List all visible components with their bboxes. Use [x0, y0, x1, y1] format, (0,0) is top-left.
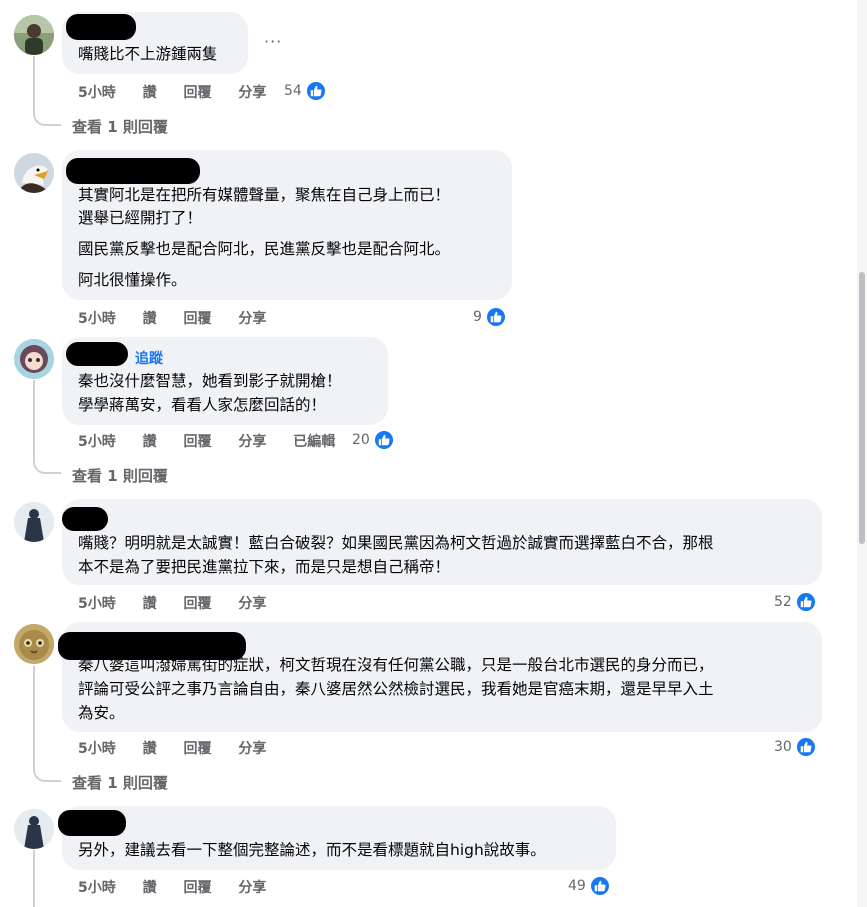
reply-button[interactable]: 回覆	[184, 741, 212, 757]
thumbs-up-icon	[484, 306, 507, 328]
comment-actions: 5小時 讚 回覆 分享	[78, 738, 288, 758]
comment-actions: 5小時 讚 回覆 分享 已編輯	[78, 431, 357, 451]
comment-text: 秦也沒什麼智慧，她看到影子就開槍！	[78, 372, 342, 390]
reaction-count[interactable]: 49	[568, 875, 611, 897]
like-count: 52	[774, 594, 792, 610]
avatar[interactable]	[14, 624, 54, 664]
comment-time[interactable]: 5小時	[78, 741, 116, 757]
comment-actions: 5小時 讚 回覆 分享	[78, 82, 288, 102]
share-button[interactable]: 分享	[238, 880, 266, 896]
comment-text: 嘴賤比不上游鍾兩隻	[78, 45, 218, 63]
like-count: 49	[568, 878, 586, 894]
thread-line	[33, 666, 35, 768]
comment-time[interactable]: 5小時	[78, 434, 116, 450]
like-button[interactable]: 讚	[143, 596, 157, 612]
reply-button[interactable]: 回覆	[184, 880, 212, 896]
share-button[interactable]: 分享	[238, 311, 266, 327]
reaction-count[interactable]: 9	[473, 306, 507, 328]
comment-text: 評論可受公評之事乃言論自由，秦八婆居然公然檢討選民，我看她是官癌末期，還是早早入…	[78, 680, 714, 698]
thread-connector	[33, 768, 61, 782]
thumbs-up-icon	[372, 429, 395, 451]
share-button[interactable]: 分享	[238, 85, 266, 101]
reply-button[interactable]: 回覆	[184, 311, 212, 327]
comment-time[interactable]: 5小時	[78, 85, 116, 101]
comment-time[interactable]: 5小時	[78, 311, 116, 327]
comment-actions: 5小時 讚 回覆 分享	[78, 593, 288, 613]
comment-text: 另外，建議去看一下整個完整論述，而不是看標題就自high說故事。	[78, 841, 546, 859]
thread-line	[33, 850, 35, 907]
thread-connector	[33, 112, 61, 126]
like-button[interactable]: 讚	[143, 880, 157, 896]
reply-button[interactable]: 回覆	[184, 596, 212, 612]
reaction-count[interactable]: 52	[774, 591, 817, 613]
thumbs-up-icon	[304, 80, 327, 102]
thread-line	[33, 380, 35, 460]
thread-connector	[33, 460, 61, 474]
follow-button[interactable]: 追蹤	[135, 348, 163, 368]
thread-line	[33, 56, 35, 112]
comment-text: 國民黨反擊也是配合阿北，民進黨反擊也是配合阿北。	[78, 240, 451, 258]
redacted-author-name	[66, 158, 200, 184]
thumbs-up-icon	[588, 875, 611, 897]
view-replies-link[interactable]: 查看 1 則回覆	[72, 465, 168, 486]
comment-text: 阿北很懂操作。	[78, 271, 187, 289]
edited-label[interactable]: 已編輯	[293, 434, 335, 450]
like-count: 30	[774, 739, 792, 755]
avatar[interactable]	[14, 809, 54, 849]
thumbs-up-icon	[794, 736, 817, 758]
more-options-icon[interactable]: ···	[264, 32, 282, 51]
redacted-author-name	[66, 342, 128, 366]
comment-time[interactable]: 5小時	[78, 880, 116, 896]
reply-button[interactable]: 回覆	[184, 434, 212, 450]
redacted-author-name	[66, 14, 136, 40]
reaction-count[interactable]: 30	[774, 736, 817, 758]
comment-text: 嘴賤？明明就是太誠實！藍白合破裂？如果國民黨因為柯文哲過於誠實而選擇藍白不合，那…	[78, 534, 714, 552]
like-button[interactable]: 讚	[143, 434, 157, 450]
reply-button[interactable]: 回覆	[184, 85, 212, 101]
avatar[interactable]	[14, 502, 54, 542]
comment-text: 為安。	[78, 704, 125, 722]
like-button[interactable]: 讚	[143, 311, 157, 327]
share-button[interactable]: 分享	[238, 434, 266, 450]
share-button[interactable]: 分享	[238, 741, 266, 757]
share-button[interactable]: 分享	[238, 596, 266, 612]
comment-time[interactable]: 5小時	[78, 596, 116, 612]
thumbs-up-icon	[794, 591, 817, 613]
reaction-count[interactable]: 20	[352, 429, 395, 451]
like-count: 9	[473, 309, 482, 325]
redacted-author-name	[62, 507, 108, 531]
avatar[interactable]	[14, 15, 54, 55]
view-replies-link[interactable]: 查看 1 則回覆	[72, 116, 168, 137]
comment-text: 秦八婆這叫潑婦罵街的症狀，柯文哲現在沒有任何黨公職，只是一般台北市選民的身分而已…	[78, 656, 714, 674]
redacted-author-name	[58, 810, 126, 836]
like-button[interactable]: 讚	[143, 85, 157, 101]
comment-text: 學學蔣萬安，看看人家怎麼回話的！	[78, 396, 327, 414]
like-button[interactable]: 讚	[143, 741, 157, 757]
comment-actions: 5小時 讚 回覆 分享	[78, 308, 288, 328]
reaction-count[interactable]: 54	[284, 80, 327, 102]
view-replies-link[interactable]: 查看 1 則回覆	[72, 772, 168, 793]
avatar[interactable]	[14, 153, 54, 193]
comment-text: 本不是為了要把民進黨拉下來，而是只是想自己稱帝！	[78, 558, 451, 576]
comment-text: 選舉已經開打了！	[78, 209, 203, 227]
scrollbar-thumb[interactable]	[859, 272, 865, 544]
avatar[interactable]	[14, 339, 54, 379]
comment-actions: 5小時 讚 回覆 分享	[78, 877, 288, 897]
like-count: 20	[352, 432, 370, 448]
like-count: 54	[284, 83, 302, 99]
